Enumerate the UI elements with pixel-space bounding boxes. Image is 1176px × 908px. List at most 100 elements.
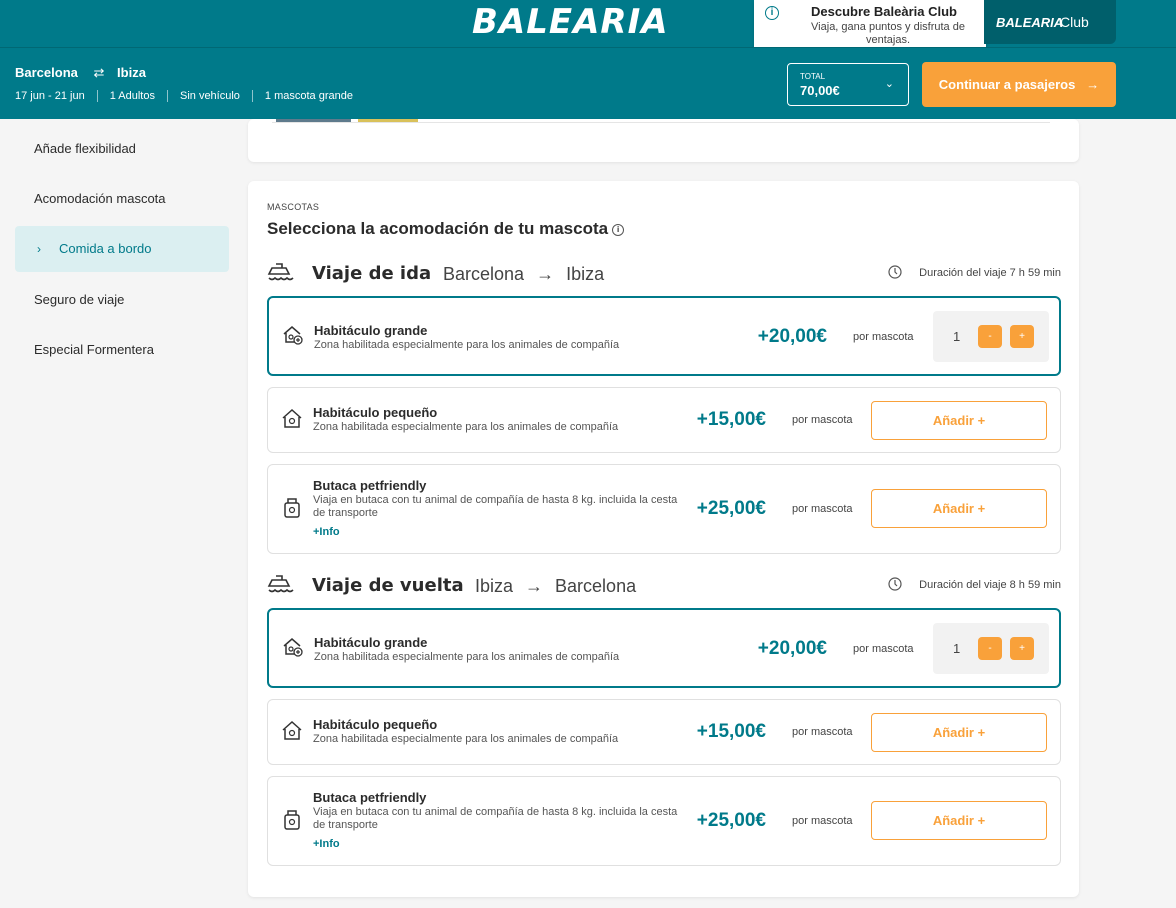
option-description: Viaja en butaca con tu animal de compañí…: [313, 494, 678, 519]
add-button[interactable]: Añadir +: [871, 401, 1047, 440]
pet-option-habitaculo-grande: Habitáculo grande Zona habilitada especi…: [267, 608, 1061, 688]
per-pet-label: por mascota: [792, 815, 853, 827]
per-pet-label: por mascota: [792, 414, 853, 426]
trip-adults: 1 Adultos: [96, 90, 167, 102]
sidebar-item-acomodacion-mascota[interactable]: Acomodación mascota: [15, 176, 229, 222]
total-dropdown[interactable]: TOTAL 70,00€ ⌄: [787, 63, 909, 106]
thumbnail-image: [358, 119, 418, 122]
option-description: Viaja en butaca con tu animal de compañí…: [313, 806, 678, 831]
option-price: +25,00€: [696, 498, 766, 519]
club-brand: BALEARIA: [996, 15, 1064, 30]
leg-route: Barcelona → Ibiza: [443, 264, 604, 285]
return-leg-header: Viaje de vuelta Ibiza → Barcelona Duración…: [267, 573, 1061, 599]
quantity-value: 1: [953, 641, 961, 656]
quantity-stepper: 1 - +: [933, 623, 1049, 674]
option-price: +20,00€: [757, 326, 827, 347]
sidebar-item-label: Comida a bordo: [59, 241, 152, 256]
balearia-logo[interactable]: BALEARIA: [472, 2, 669, 42]
ship-icon: [267, 575, 294, 593]
ship-icon: [267, 263, 294, 281]
decrement-button[interactable]: -: [978, 637, 1002, 660]
more-info-link[interactable]: +Info: [313, 838, 340, 850]
quantity-value: 1: [953, 329, 961, 344]
more-info-link[interactable]: +Info: [313, 526, 340, 538]
leg-to: Barcelona: [555, 576, 637, 596]
decrement-button[interactable]: -: [978, 325, 1002, 348]
per-pet-label: por mascota: [853, 643, 914, 655]
per-pet-label: por mascota: [792, 503, 853, 515]
pet-house-icon: [282, 408, 302, 428]
sidebar-item-label: Especial Formentera: [34, 342, 154, 357]
section-label: MASCOTAS: [267, 202, 320, 212]
leg-from: Barcelona: [443, 264, 525, 284]
info-icon[interactable]: i: [612, 224, 625, 236]
per-pet-label: por mascota: [853, 331, 914, 343]
total-value: 70,00€: [800, 83, 840, 98]
option-description: Zona habilitada especialmente para los a…: [314, 339, 620, 351]
leg-duration: Duración del viaje 7 h 59 min: [919, 267, 1061, 279]
option-name: Habitáculo grande: [314, 323, 428, 338]
club-popup-title: Descubre Baleària Club: [811, 4, 957, 19]
sidebar-item-formentera[interactable]: Especial Formentera: [15, 327, 229, 373]
option-price: +20,00€: [757, 638, 827, 659]
increment-button[interactable]: +: [1010, 637, 1034, 660]
trip-route: Barcelona ⇄ Ibiza: [15, 65, 146, 81]
continue-label: Continuar a pasajeros: [938, 77, 1076, 92]
pet-option-habitaculo-pequeno: Habitáculo pequeño Zona habilitada espec…: [267, 387, 1061, 453]
option-name: Habitáculo pequeño: [313, 717, 438, 732]
sidebar-item-label: Seguro de viaje: [34, 292, 125, 307]
previous-section-card: [248, 119, 1079, 162]
pet-carrier-icon: [284, 810, 300, 830]
leg-route: Ibiza → Barcelona: [475, 576, 636, 597]
arrow-right-icon: →: [525, 576, 544, 596]
pet-option-habitaculo-grande: Habitáculo grande Zona habilitada especi…: [267, 296, 1061, 376]
thumbnail-image: [276, 119, 351, 122]
trip-destination: Ibiza: [117, 65, 146, 80]
option-name: Butaca petfriendly: [313, 478, 427, 493]
quantity-stepper: 1 - +: [933, 311, 1049, 362]
trip-vehicle: Sin vehículo: [166, 90, 252, 102]
add-button[interactable]: Añadir +: [871, 801, 1047, 840]
pet-carrier-icon: [284, 498, 300, 518]
option-description: Zona habilitada especialmente para los a…: [313, 733, 619, 745]
outbound-leg-header: Viaje de ida Barcelona → Ibiza Duración de…: [267, 261, 1061, 287]
chevron-down-icon: ⌄: [884, 78, 894, 90]
sidebar-item-seguro[interactable]: Seguro de viaje: [15, 277, 229, 323]
leg-to: Ibiza: [566, 264, 605, 284]
option-description: Zona habilitada especialmente para los a…: [313, 421, 619, 433]
balearia-club-button[interactable]: BALEARIA Club: [984, 0, 1116, 44]
total-label: TOTAL: [800, 72, 826, 81]
trip-pets: 1 mascota grande: [251, 90, 365, 102]
pet-house-icon: [283, 638, 303, 657]
sidebar-item-flexibilidad[interactable]: Añade flexibilidad: [15, 126, 229, 172]
arrow-right-icon: →: [536, 264, 555, 284]
club-label: Club: [1060, 14, 1089, 30]
arrow-right-icon: →: [1078, 77, 1100, 92]
option-price: +15,00€: [696, 409, 766, 430]
clock-icon: [888, 577, 902, 591]
sidebar-item-label: Acomodación mascota: [34, 191, 166, 206]
option-description: Zona habilitada especialmente para los a…: [314, 651, 620, 663]
pet-house-icon: [282, 720, 302, 740]
swap-icon: ⇄: [93, 65, 105, 80]
leg-title: Viaje de ida: [312, 263, 432, 284]
section-title: Selecciona la acomodación de tu mascota i: [267, 219, 625, 239]
continue-button[interactable]: Continuar a pasajeros →: [922, 62, 1116, 107]
option-name: Habitáculo grande: [314, 635, 428, 650]
add-button[interactable]: Añadir +: [871, 713, 1047, 752]
pets-section-card: MASCOTAS Selecciona la acomodación de tu…: [248, 181, 1079, 897]
leg-duration: Duración del viaje 8 h 59 min: [919, 579, 1061, 591]
section-title-text: Selecciona la acomodación de tu mascota: [267, 219, 609, 238]
leg-title: Viaje de vuelta: [312, 575, 464, 596]
pet-option-butaca-petfriendly: Butaca petfriendly Viaja en butaca con t…: [267, 464, 1061, 554]
add-button[interactable]: Añadir +: [871, 489, 1047, 528]
trip-dates: 17 jun - 21 jun: [15, 90, 85, 102]
option-price: +15,00€: [696, 721, 766, 742]
trip-details: 17 jun - 21 jun 1 Adultos Sin vehículo 1…: [15, 90, 365, 102]
pet-house-icon: [283, 326, 303, 345]
club-popup[interactable]: i Descubre Baleària Club Viaja, gana pun…: [754, 0, 986, 51]
increment-button[interactable]: +: [1010, 325, 1034, 348]
sidebar-item-label: Añade flexibilidad: [34, 141, 136, 156]
trip-origin: Barcelona: [15, 65, 78, 80]
sidebar-item-comida-a-bordo[interactable]: › Comida a bordo: [15, 226, 229, 272]
